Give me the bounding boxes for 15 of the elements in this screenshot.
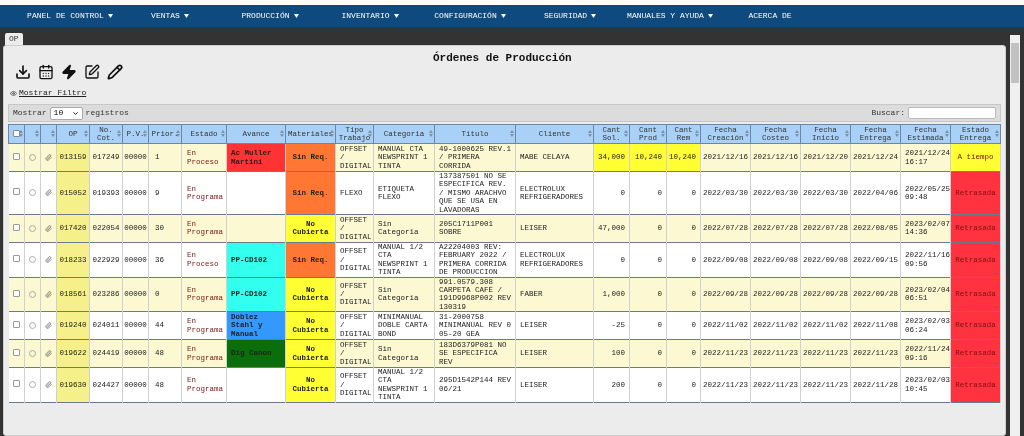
menu-item[interactable]: MANUALES Y AYUDA [620, 10, 720, 22]
page-title: Órdenes de Producción [433, 50, 572, 66]
search-label: Buscar: [871, 107, 905, 119]
menu-item[interactable]: CONFIGURACIÓN [420, 10, 520, 22]
menu-item[interactable]: ACERCA DE [720, 10, 820, 22]
length-label: Mostrar [13, 107, 47, 119]
menu-item[interactable]: SEGURIDAD [520, 10, 620, 22]
menu-item[interactable]: PANEL DE CONTROL [20, 10, 120, 22]
menu-item[interactable]: INVENTARIO [320, 10, 420, 22]
length-label: registros [85, 107, 129, 119]
menu-item[interactable]: VENTAS [120, 10, 220, 22]
menu-item[interactable]: PRODUCCIÓN [220, 10, 320, 22]
length-select[interactable]: 10 [49, 106, 83, 120]
tab[interactable]: OP [5, 33, 23, 45]
show-filter-link[interactable]: Mostrar Filtro [19, 87, 87, 99]
